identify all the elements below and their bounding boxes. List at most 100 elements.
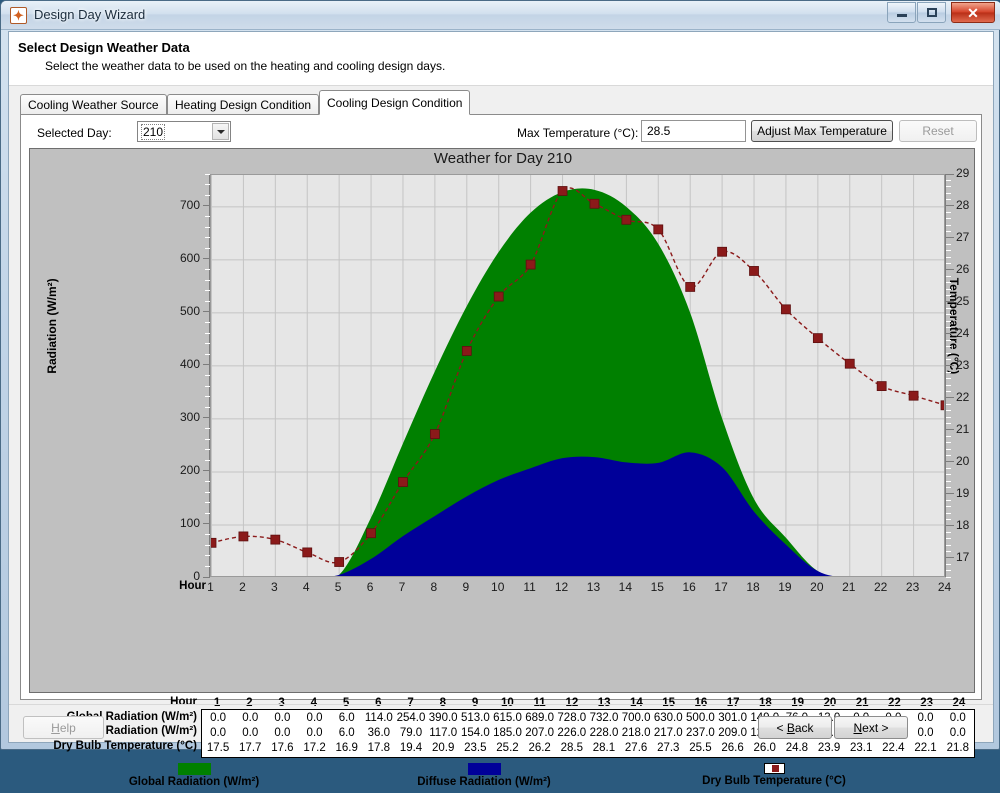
next-button[interactable]: Next > (834, 716, 908, 739)
minimize-button[interactable] (887, 2, 916, 23)
y-minor-tick-right (946, 371, 951, 373)
back-button[interactable]: < Back (758, 716, 832, 739)
tab-cooling-weather-source[interactable]: Cooling Weather Source (20, 94, 167, 115)
x-tick-label: 6 (366, 580, 374, 594)
legend-item: Dry Bulb Temperature (°C) (644, 763, 904, 787)
y-minor-tick-right (946, 467, 951, 469)
tab-cooling-design-condition[interactable]: Cooling Design Condition (319, 90, 470, 115)
y-tick-right (946, 301, 954, 303)
y-minor-tick-right (946, 282, 951, 284)
close-button[interactable]: ✕ (951, 2, 995, 23)
y-minor-tick-right (946, 275, 951, 277)
x-tick-label: 15 (650, 580, 664, 594)
y-minor-tick-right (946, 384, 951, 386)
window-title: Design Day Wizard (34, 7, 146, 22)
y-tick-left (203, 417, 210, 419)
table-cell: 700.0 (621, 711, 651, 724)
tab-panel: Selected Day: 210 Max Temperature (°C): … (20, 114, 982, 788)
y-tick-right (946, 333, 954, 335)
y-tick-right (946, 429, 954, 431)
y-minor-tick-right (946, 486, 951, 488)
y-minor-tick-right (946, 512, 951, 514)
selected-day-label: Selected Day: (37, 126, 112, 140)
maximize-button[interactable] (917, 2, 946, 23)
y-minor-tick-right (946, 499, 951, 501)
plot-area (210, 174, 945, 577)
tab-label: Heating Design Condition (175, 98, 312, 112)
table-hour-header: 22 (887, 696, 901, 709)
y-tick-label-left: 500 (179, 303, 200, 318)
x-tick-label: 12 (554, 580, 569, 594)
hour-row-label: Hour (170, 696, 197, 708)
y-tick-right (946, 237, 954, 239)
y-minor-tick-right (946, 506, 951, 508)
y-minor-tick-right (946, 563, 951, 565)
table-cell: 17.6 (271, 741, 294, 754)
y-axis-right-line (945, 174, 946, 577)
y-axis-left-label: Radiation (W/m²) (45, 278, 59, 374)
help-button[interactable]: Help (23, 716, 104, 739)
row-label-dry-bulb-temperature: Dry Bulb Temperature (°C) (53, 739, 197, 752)
table-cell: 185.0 (493, 726, 522, 739)
table-cell: 209.0 (718, 726, 747, 739)
y-minor-tick-right (946, 474, 951, 476)
table-hour-header: 14 (629, 696, 643, 709)
x-tick-label: 17 (714, 580, 728, 594)
x-tick-label: 4 (302, 580, 310, 594)
x-tick-label: 13 (586, 580, 601, 594)
table-cell: 23.5 (464, 741, 487, 754)
y-minor-tick-right (946, 390, 951, 392)
table-hour-header: 21 (855, 696, 869, 709)
table-cell: 0.0 (917, 711, 934, 724)
max-temperature-label: Max Temperature (°C): (517, 126, 639, 140)
table-hour-header: 12 (565, 696, 579, 709)
table-cell: 17.8 (367, 741, 391, 754)
table-cell: 218.0 (621, 726, 651, 739)
y-tick-right (946, 173, 954, 175)
x-tick-label: 5 (334, 580, 342, 594)
table-cell: 0.0 (210, 726, 227, 739)
chevron-down-icon[interactable] (212, 123, 229, 140)
table-cell: 0.0 (242, 726, 259, 739)
y-minor-tick-right (946, 538, 951, 540)
selected-day-dropdown[interactable]: 210 (137, 121, 231, 142)
x-tick-label: 22 (873, 580, 888, 594)
table-hour-header: 1 (213, 696, 221, 709)
table-cell: 19.4 (399, 741, 423, 754)
table-cell: 207.0 (525, 726, 555, 739)
table-cell: 689.0 (525, 711, 555, 724)
y-tick-label-right: 23 (956, 357, 970, 372)
y-tick-label-right: 19 (956, 485, 970, 500)
legend-item: Diffuse Radiation (W/m²) (354, 763, 614, 788)
y-minor-tick-right (946, 416, 951, 418)
x-tick-label: 18 (746, 580, 760, 594)
y-tick-right (946, 525, 954, 527)
reset-button[interactable]: Reset (899, 120, 977, 142)
tab-heating-design-condition[interactable]: Heating Design Condition (167, 94, 319, 115)
table-hour-header: 9 (471, 696, 479, 709)
client-area: Select Design Weather Data Select the we… (8, 31, 994, 788)
y-minor-tick-right (946, 378, 951, 380)
legend-swatch (467, 763, 501, 775)
x-tick-label: 8 (430, 580, 438, 594)
adjust-max-temperature-button[interactable]: Adjust Max Temperature (751, 120, 893, 142)
x-tick-label: 10 (491, 580, 505, 594)
y-tick-label-left: 100 (179, 515, 200, 530)
header-divider (9, 85, 993, 86)
y-minor-tick-right (946, 256, 951, 258)
table-cell: 22.4 (882, 741, 905, 754)
table-cell: 27.6 (624, 741, 648, 754)
x-tick-label: 19 (778, 580, 792, 594)
y-minor-tick-right (946, 352, 951, 354)
y-minor-tick-right (946, 243, 951, 245)
y-minor-tick-right (946, 211, 951, 213)
y-tick-right (946, 461, 954, 463)
table-cell: 0.0 (210, 711, 227, 724)
y-tick-label-left: 200 (179, 462, 200, 477)
table-cell: 0.0 (949, 726, 966, 739)
y-minor-tick-right (946, 550, 951, 552)
app-icon: ✦ (10, 7, 27, 24)
y-tick-left (203, 364, 210, 366)
max-temperature-input[interactable]: 28.5 (641, 120, 746, 142)
table-hour-header: 11 (533, 696, 546, 709)
